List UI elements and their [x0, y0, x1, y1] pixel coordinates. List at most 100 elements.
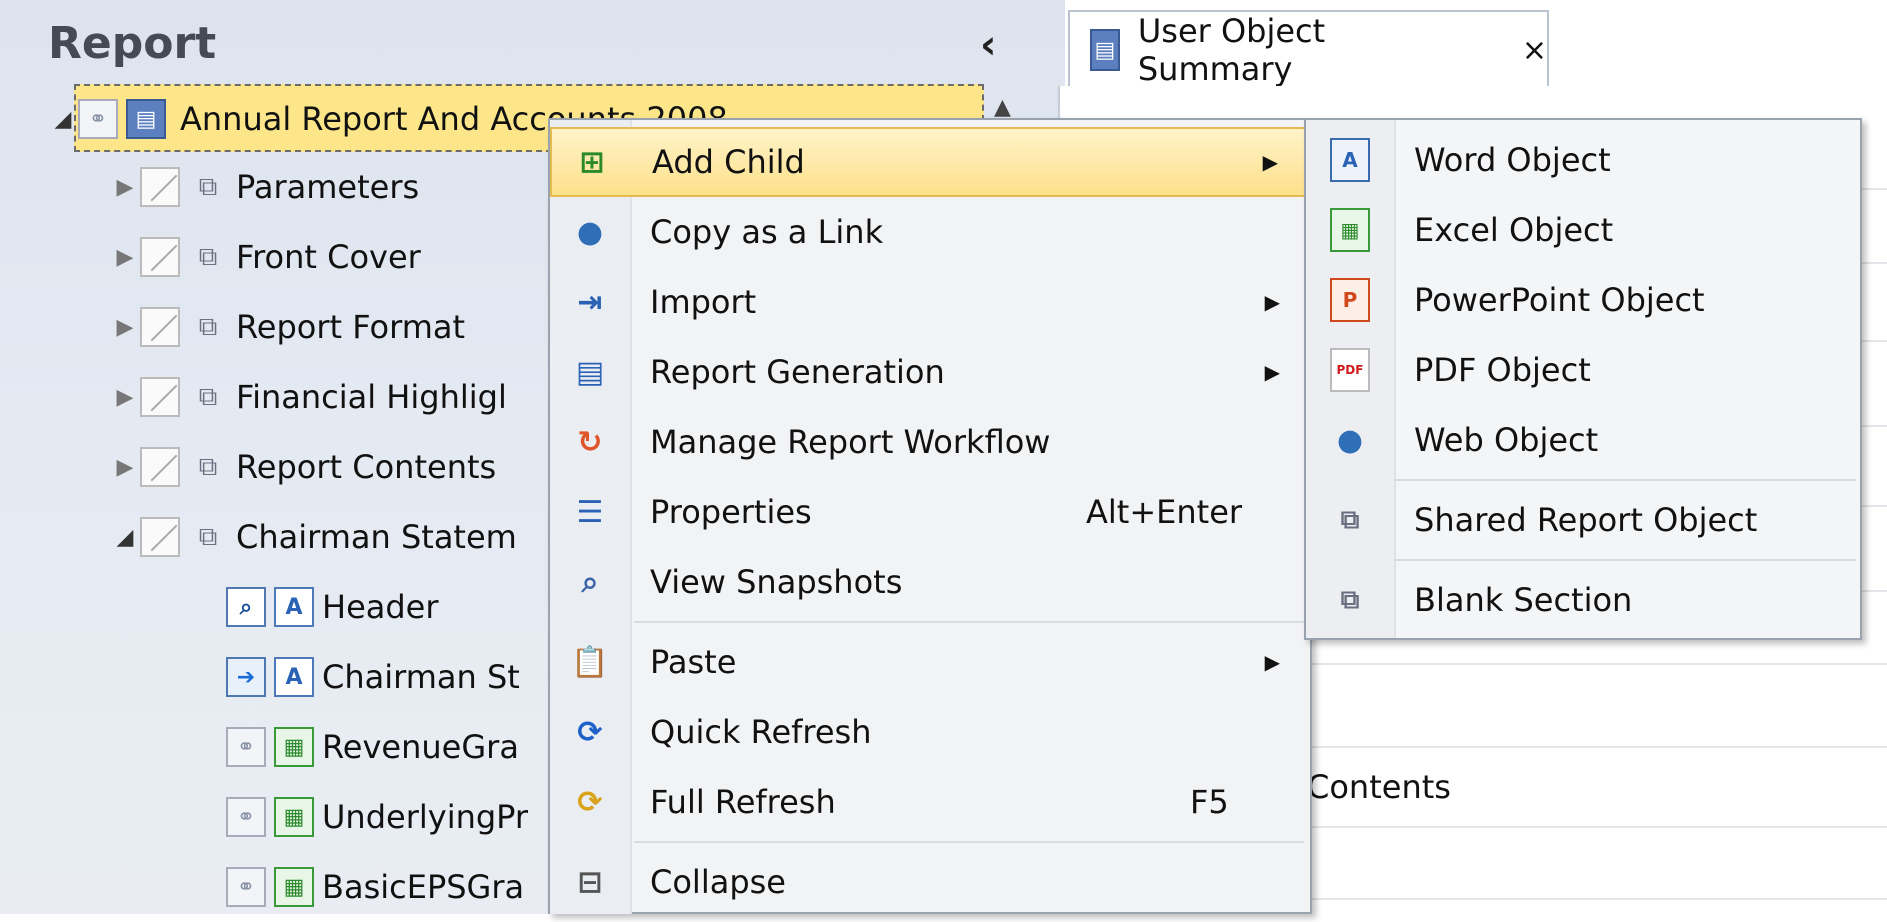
section-pages-icon: ⧉ — [198, 171, 218, 202]
close-icon[interactable]: × — [1522, 33, 1547, 68]
grid-line — [1300, 898, 1887, 900]
menu-separator — [634, 621, 1304, 623]
tree-item-label: Report Contents — [236, 448, 497, 486]
tree-child-item[interactable]: ⚭ ▦ UnderlyingPr — [226, 782, 528, 852]
submenu-item-pdf-object[interactable]: PDF PDF Object — [1306, 335, 1860, 405]
checkbox-icon[interactable] — [140, 447, 180, 487]
submenu-item-word-object[interactable]: A Word Object — [1306, 125, 1860, 195]
tree-item[interactable]: ▶ ⧉ Front Cover — [110, 222, 421, 292]
section-pages-icon: ⧉ — [198, 451, 218, 482]
section-pages-icon: ⧉ — [198, 311, 218, 342]
submenu-separator — [1394, 479, 1856, 481]
collapse-toggle-icon[interactable]: ◢ — [110, 525, 140, 550]
menu-item-label: Quick Refresh — [650, 713, 872, 751]
submenu-item-powerpoint-object[interactable]: P PowerPoint Object — [1306, 265, 1860, 335]
search-icon[interactable]: ⌕ — [226, 587, 266, 627]
shortcut-label: F5 — [1190, 783, 1229, 821]
blank-section-icon: ⧉ — [1340, 584, 1360, 615]
excel-icon: ▦ — [274, 727, 314, 767]
menu-item-label: Report Generation — [650, 353, 945, 391]
grid-line — [1300, 663, 1887, 665]
section-pages-icon: ⧉ — [198, 381, 218, 412]
tree-item-label: Report Format — [236, 308, 466, 346]
tree-item-label: Chairman St — [322, 658, 520, 696]
menu-item-label: Manage Report Workflow — [650, 423, 1051, 461]
panel-title: Report — [48, 18, 217, 69]
grid-line — [1300, 826, 1887, 828]
web-icon: ● — [1336, 422, 1364, 458]
tree-child-item[interactable]: ➔ A Chairman St — [226, 642, 520, 712]
word-icon: A — [1306, 138, 1394, 182]
contents-cell[interactable]: Contents — [1307, 768, 1451, 806]
tree-child-item[interactable]: ⚭ ▦ BasicEPSGra — [226, 852, 524, 922]
menu-item-label: View Snapshots — [650, 563, 903, 601]
tree-item[interactable]: ▶ ⧉ Report Contents — [110, 432, 496, 502]
shared-report-icon: ⧉ — [1340, 504, 1360, 535]
menu-item-collapse[interactable]: ⊟ Collapse — [550, 847, 1310, 917]
menu-item-copy-link[interactable]: ● Copy as a Link — [550, 197, 1310, 267]
link-icon[interactable]: ⚭ — [226, 727, 266, 767]
submenu-item-web-object[interactable]: ● Web Object — [1306, 405, 1860, 475]
paste-icon: 📋 — [571, 644, 609, 680]
menu-item-label: Properties — [650, 493, 812, 531]
menu-item-label: Paste — [650, 643, 737, 681]
tree-item-label: Financial Highligl — [236, 378, 507, 416]
menu-item-paste[interactable]: 📋 Paste ▶ — [550, 627, 1310, 697]
collapse-icon: ⊟ — [577, 864, 603, 900]
scroll-up-icon[interactable]: ▲ — [994, 95, 1011, 120]
expand-toggle-icon[interactable]: ▶ — [110, 175, 140, 200]
menu-item-add-child[interactable]: ⊞ Add Child ▶ — [550, 127, 1310, 197]
menu-item-full-refresh[interactable]: ⟳ Full Refresh F5 — [550, 767, 1310, 837]
checkbox-icon[interactable] — [140, 167, 180, 207]
import-icon: ⇥ — [577, 284, 603, 320]
menu-item-quick-refresh[interactable]: ⟳ Quick Refresh — [550, 697, 1310, 767]
word-icon: A — [274, 657, 314, 697]
tree-item-label: Header — [322, 588, 439, 626]
excel-icon: ▦ — [1306, 208, 1394, 252]
submenu-item-blank-section[interactable]: ⧉ Blank Section — [1306, 565, 1860, 635]
expand-toggle-icon[interactable]: ▶ — [110, 245, 140, 270]
refresh-icon: ⟳ — [577, 714, 603, 750]
report-generation-icon: ▤ — [575, 354, 605, 390]
linked-arrow-icon[interactable]: ➔ — [226, 657, 266, 697]
link-icon: ⚭ — [78, 99, 118, 139]
tree-item[interactable]: ◢ ⧉ Chairman Statem — [110, 502, 517, 572]
menu-item-label: Import — [650, 283, 757, 321]
tree-item[interactable]: ▶ ⧉ Financial Highligl — [110, 362, 507, 432]
tree-item-label: Front Cover — [236, 238, 421, 276]
expand-toggle-icon[interactable]: ▶ — [110, 455, 140, 480]
menu-item-report-generation[interactable]: ▤ Report Generation ▶ — [550, 337, 1310, 407]
submenu-item-excel-object[interactable]: ▦ Excel Object — [1306, 195, 1860, 265]
checkbox-icon[interactable] — [140, 517, 180, 557]
report-book-icon: ▤ — [126, 99, 166, 139]
tab-user-object-summary[interactable]: ▤ User Object Summary × — [1068, 10, 1549, 88]
full-refresh-icon: ⟳ — [577, 784, 603, 820]
submenu-arrow-icon: ▶ — [1262, 150, 1278, 174]
menu-item-view-snapshots[interactable]: ⌕ View Snapshots — [550, 547, 1310, 617]
collapse-toggle-icon[interactable]: ◢ — [48, 107, 78, 132]
link-icon[interactable]: ⚭ — [226, 797, 266, 837]
expand-toggle-icon[interactable]: ▶ — [110, 315, 140, 340]
globe-icon: ● — [576, 214, 604, 250]
tree-child-item[interactable]: ⚭ ▦ RevenueGra — [226, 712, 519, 782]
menu-item-label: Collapse — [650, 863, 786, 901]
section-pages-icon: ⧉ — [198, 241, 218, 272]
expand-toggle-icon[interactable]: ▶ — [110, 385, 140, 410]
excel-icon: ▦ — [274, 867, 314, 907]
menu-item-import[interactable]: ⇥ Import ▶ — [550, 267, 1310, 337]
submenu-separator — [1394, 559, 1856, 561]
checkbox-icon[interactable] — [140, 307, 180, 347]
submenu-arrow-icon: ▶ — [1264, 650, 1280, 674]
chevron-left-icon[interactable]: ‹ — [980, 22, 996, 68]
grid-line — [1300, 746, 1887, 748]
checkbox-icon[interactable] — [140, 237, 180, 277]
menu-item-manage-workflow[interactable]: ↻ Manage Report Workflow — [550, 407, 1310, 477]
menu-item-properties[interactable]: ☰ Properties Alt+Enter — [550, 477, 1310, 547]
tree-item-label: UnderlyingPr — [322, 798, 529, 836]
tree-item[interactable]: ▶ ⧉ Parameters — [110, 152, 419, 222]
checkbox-icon[interactable] — [140, 377, 180, 417]
tree-item[interactable]: ▶ ⧉ Report Format — [110, 292, 465, 362]
tree-child-item[interactable]: ⌕ A Header — [226, 572, 439, 642]
link-icon[interactable]: ⚭ — [226, 867, 266, 907]
submenu-item-shared-report-object[interactable]: ⧉ Shared Report Object — [1306, 485, 1860, 555]
